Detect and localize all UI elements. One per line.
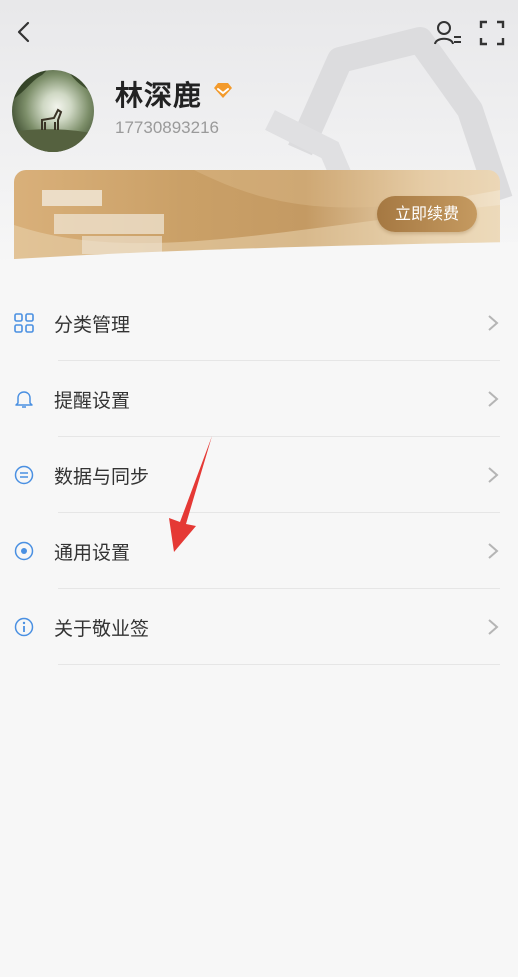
chevron-right-icon xyxy=(488,543,499,559)
account-button[interactable] xyxy=(432,18,464,48)
menu-item-category-management[interactable]: 分类管理 xyxy=(0,285,518,361)
bell-icon xyxy=(15,391,33,408)
back-button[interactable] xyxy=(10,18,38,46)
menu-item-about[interactable]: 关于敬业签 xyxy=(0,589,518,665)
category-grid-icon xyxy=(14,313,34,333)
card-bottom-curve xyxy=(0,242,518,280)
divider xyxy=(58,664,500,665)
menu-label: 数据与同步 xyxy=(54,466,150,488)
phone-number: 17730893216 xyxy=(115,118,220,137)
general-settings-icon xyxy=(14,541,34,561)
menu-item-data-sync[interactable]: 数据与同步 xyxy=(0,437,518,513)
avatar[interactable] xyxy=(12,70,94,152)
sync-icon xyxy=(14,465,34,485)
chevron-right-icon xyxy=(488,467,499,483)
chevron-left-icon xyxy=(17,21,30,43)
user-name: 林深鹿 xyxy=(115,79,203,112)
user-list-icon xyxy=(434,21,461,45)
menu-label: 关于敬业签 xyxy=(54,618,150,640)
chevron-right-icon xyxy=(488,315,499,331)
menu-item-reminder-settings[interactable]: 提醒设置 xyxy=(0,361,518,437)
deer-photo xyxy=(12,70,94,152)
menu-item-general-settings[interactable]: 通用设置 xyxy=(0,513,518,589)
settings-menu: 分类管理 提醒设置 数据与同步 通用设置 关于敬业签 xyxy=(0,285,518,665)
menu-label: 通用设置 xyxy=(54,542,131,564)
menu-label: 分类管理 xyxy=(54,314,131,336)
scan-frame-icon xyxy=(479,20,505,46)
chevron-right-icon xyxy=(488,391,499,407)
renew-button[interactable]: 立即续费 xyxy=(377,196,477,232)
vip-diamond-icon xyxy=(214,83,232,98)
top-bar xyxy=(0,0,518,64)
info-icon xyxy=(14,617,34,637)
scan-button[interactable] xyxy=(478,18,506,48)
menu-label: 提醒设置 xyxy=(54,390,131,412)
chevron-right-icon xyxy=(488,619,499,635)
